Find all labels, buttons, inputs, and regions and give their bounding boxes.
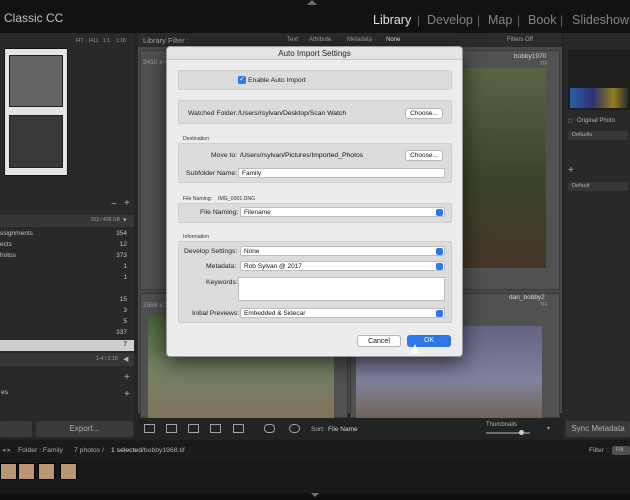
subfolder-input[interactable]: Family (238, 168, 445, 178)
move-to-label: Move to: (211, 152, 238, 159)
watched-choose-button[interactable]: Choose... (405, 108, 443, 119)
file-naming-example: IMG_0001.DNG (218, 196, 256, 202)
select-arrows-icon (436, 263, 443, 270)
enable-auto-import-checkbox[interactable]: ✓ (238, 76, 246, 84)
destination-choose-button[interactable]: Choose... (405, 150, 443, 161)
file-naming-select[interactable]: Filename (240, 207, 445, 217)
develop-settings-select[interactable]: None (240, 246, 445, 256)
file-naming-value: Filename (244, 209, 271, 216)
subfolder-label: Subfolder Name: (186, 170, 238, 177)
develop-settings-label: Develop Settings: (184, 248, 238, 255)
select-arrows-icon (436, 248, 443, 255)
dialog-title: Auto Import Settings (278, 49, 351, 58)
metadata-value: Rob Sylvan @ 2017 (244, 263, 302, 270)
keywords-label: Keywords: (206, 279, 238, 286)
file-naming-header: File Naming: (183, 196, 213, 202)
information-header: Information (183, 234, 209, 240)
initial-previews-select[interactable]: Embedded & Sidecar (240, 308, 445, 318)
watched-folder-label: Watched Folder: (188, 110, 238, 117)
cancel-button[interactable]: Cancel (357, 335, 401, 347)
mouse-cursor-icon (411, 344, 419, 353)
metadata-select[interactable]: Rob Sylvan @ 2017 (240, 261, 445, 271)
develop-settings-value: None (244, 248, 260, 255)
keywords-input[interactable] (238, 277, 445, 301)
watched-folder-path: /Users/rsylvan/Desktop/Scan Watch (238, 110, 347, 117)
enable-auto-import-label: Enable Auto Import (248, 77, 306, 84)
initial-previews-value: Embedded & Sidecar (244, 310, 306, 317)
select-arrows-icon (436, 209, 443, 216)
select-arrows-icon (436, 310, 443, 317)
move-to-path: /Users/rsylvan/Pictures/Imported_Photos (240, 152, 364, 159)
file-naming-label: File Naming: (200, 209, 239, 216)
destination-header: Destination (183, 136, 209, 142)
enable-section (178, 70, 452, 90)
metadata-label: Metadata: (206, 263, 237, 270)
initial-previews-label: Initial Previews: (192, 310, 240, 317)
